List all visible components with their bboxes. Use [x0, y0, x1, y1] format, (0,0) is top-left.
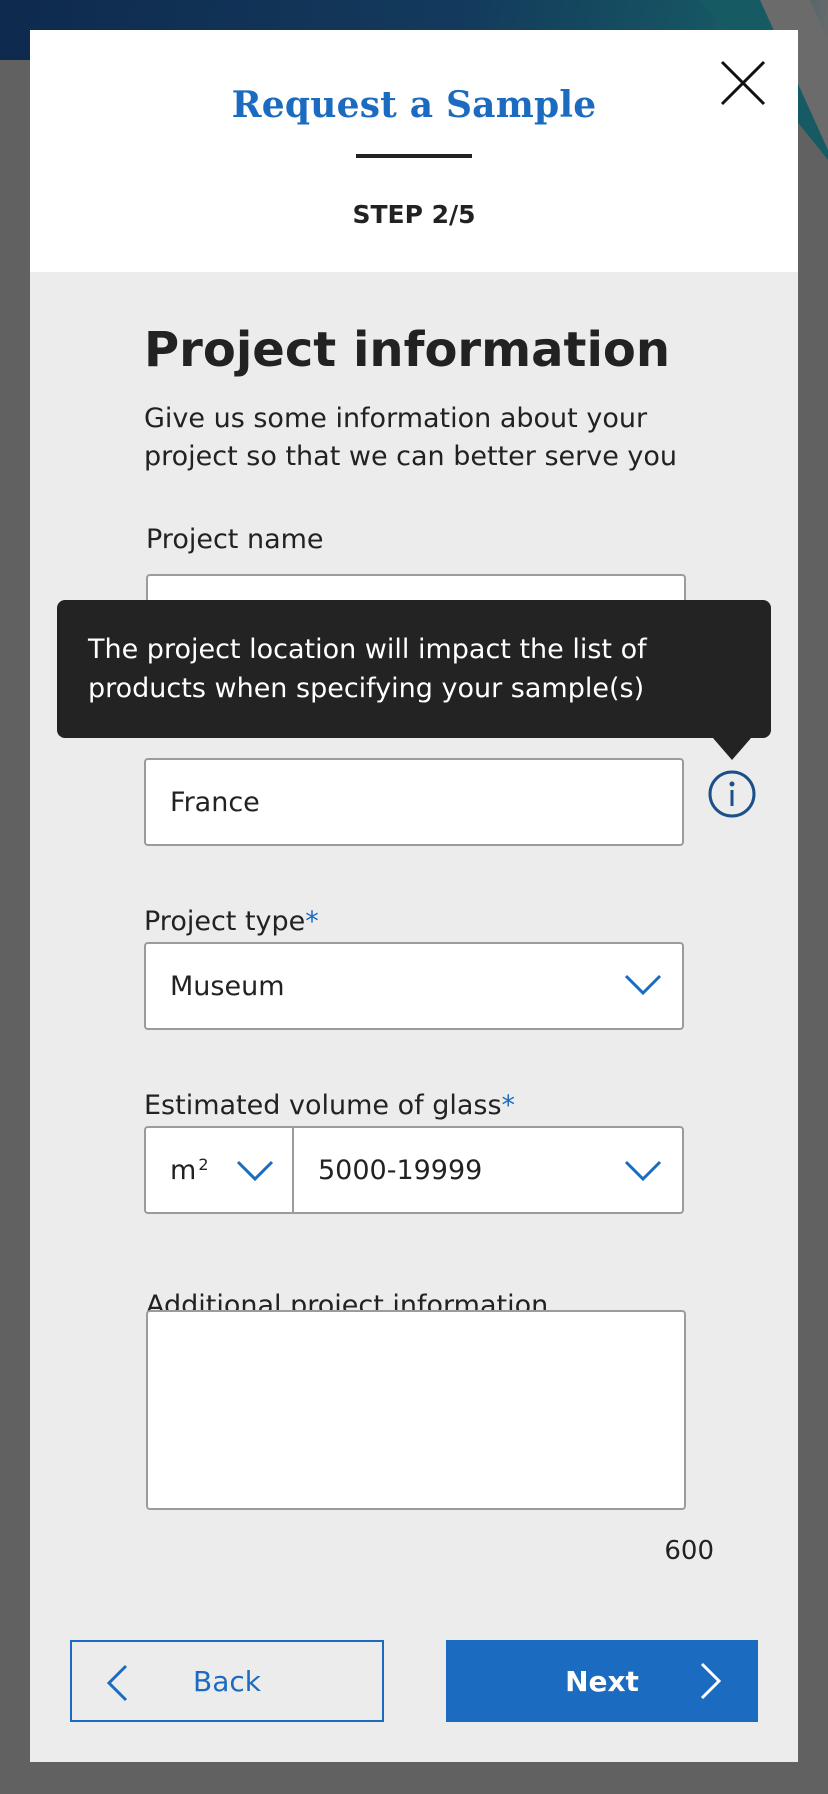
project-type-label: Project type* — [144, 906, 319, 937]
chevron-down-icon — [236, 1160, 274, 1182]
back-button-label: Back — [193, 1664, 261, 1698]
close-icon — [720, 60, 766, 106]
chevron-left-icon — [106, 1664, 128, 1702]
request-sample-modal: Request a Sample STEP 2/5 Project inform… — [30, 30, 798, 1762]
title-underline — [356, 154, 472, 158]
location-tooltip: The project location will impact the lis… — [57, 600, 771, 738]
unit-select[interactable]: m2 — [144, 1126, 294, 1214]
glass-volume-value: 5000-19999 — [318, 1154, 483, 1186]
unit-base: m — [170, 1154, 197, 1186]
back-button[interactable]: Back — [70, 1640, 384, 1722]
unit-exponent: 2 — [198, 1154, 209, 1174]
tooltip-arrow — [706, 730, 758, 760]
glass-volume-select[interactable]: 5000-19999 — [292, 1126, 684, 1214]
project-name-label: Project name — [146, 524, 324, 555]
project-type-select[interactable]: Museum — [144, 942, 684, 1030]
section-title: Project information — [144, 322, 671, 378]
additional-info-textarea[interactable] — [146, 1310, 686, 1510]
modal-header: Request a Sample STEP 2/5 — [30, 30, 798, 272]
project-type-label-text: Project type — [144, 906, 306, 937]
required-mark: * — [501, 1090, 516, 1121]
next-button-label: Next — [565, 1664, 639, 1698]
character-count: 600 — [664, 1536, 714, 1566]
required-mark: * — [305, 906, 319, 937]
project-location-value: France — [170, 786, 260, 818]
next-button[interactable]: Next — [446, 1640, 758, 1722]
chevron-right-icon — [700, 1662, 722, 1700]
chevron-down-icon — [624, 974, 662, 996]
unit-value: m2 — [170, 1128, 209, 1212]
chevron-down-icon — [624, 1160, 662, 1182]
project-location-input[interactable]: France — [144, 758, 684, 846]
glass-volume-label-text: Estimated volume of glass — [144, 1090, 502, 1121]
glass-volume-label: Estimated volume of glass* — [144, 1090, 515, 1121]
project-type-value: Museum — [170, 970, 285, 1002]
info-icon — [708, 770, 756, 818]
tooltip-text: The project location will impact the lis… — [88, 634, 647, 704]
step-indicator: STEP 2/5 — [352, 200, 476, 229]
location-info-button[interactable] — [708, 770, 756, 818]
section-subtitle: Give us some information about your proj… — [144, 403, 678, 472]
modal-title: Request a Sample — [231, 84, 597, 126]
close-button[interactable] — [720, 60, 766, 106]
